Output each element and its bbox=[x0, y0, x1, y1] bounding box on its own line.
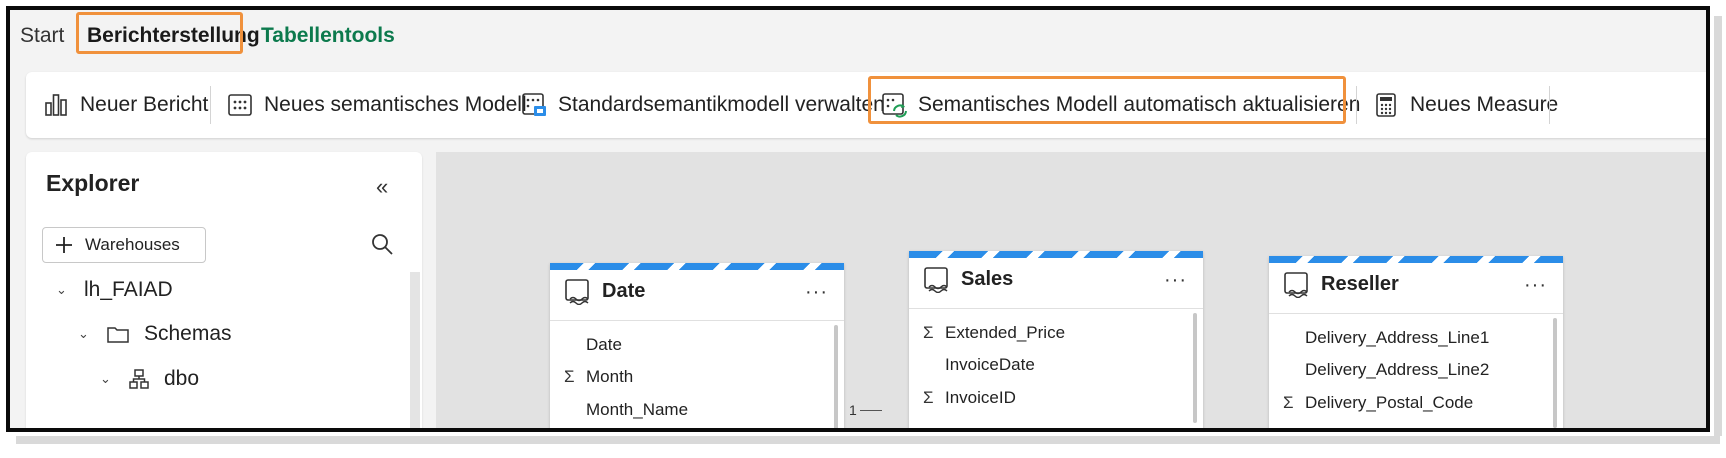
toolbar-divider bbox=[1356, 86, 1357, 124]
field-label: Month bbox=[586, 367, 634, 386]
search-icon[interactable] bbox=[370, 232, 394, 256]
new-semantic-model-label: Neues semantisches Modell bbox=[264, 93, 527, 116]
tree-item-dbo[interactable]: ⌄ dbo bbox=[100, 367, 199, 391]
more-options-icon[interactable]: ··· bbox=[1164, 269, 1187, 292]
field-row[interactable]: Σ Extended_Price bbox=[923, 323, 1065, 343]
field-label: InvoiceID bbox=[945, 388, 1016, 407]
ribbon-tabs: Start Berichterstellung Tabellentools bbox=[10, 10, 1706, 68]
collapse-panel-icon[interactable]: « bbox=[376, 174, 388, 200]
field-label: Month_Name bbox=[586, 400, 689, 419]
add-warehouses-label: Warehouses bbox=[85, 235, 180, 254]
field-label: Extended_Price bbox=[945, 323, 1066, 342]
manage-default-model-button[interactable]: Standardsemantikmodell verwalten bbox=[520, 72, 885, 138]
add-warehouses-button[interactable]: Warehouses bbox=[42, 227, 206, 263]
explorer-title: Explorer bbox=[46, 170, 140, 196]
field-row[interactable]: Σ InvoiceID bbox=[923, 388, 1016, 408]
tree-item-lh-faiad[interactable]: ⌄ lh_FAIAD bbox=[56, 278, 173, 302]
semantic-model-icon bbox=[228, 94, 252, 116]
tab-tabellentools[interactable]: Tabellentools bbox=[261, 24, 395, 48]
card-divider bbox=[550, 320, 844, 321]
chevron-down-icon: ⌄ bbox=[100, 371, 111, 386]
toolbar-divider bbox=[1549, 86, 1550, 124]
plus-icon bbox=[56, 237, 72, 253]
manage-default-model-label: Standardsemantikmodell verwalten bbox=[558, 93, 885, 116]
chevron-down-icon: ⌄ bbox=[56, 282, 67, 297]
card-stripe bbox=[550, 263, 844, 270]
field-row[interactable]: Month_Name bbox=[564, 400, 688, 420]
table-name: Sales bbox=[961, 267, 1014, 290]
more-options-icon[interactable]: ··· bbox=[805, 281, 828, 304]
card-divider bbox=[909, 308, 1203, 309]
card-stripe bbox=[909, 251, 1203, 258]
sigma-icon: Σ bbox=[923, 323, 934, 342]
card-header: Sales bbox=[923, 265, 1013, 293]
field-label: Date bbox=[586, 335, 622, 354]
field-label: InvoiceDate bbox=[945, 355, 1035, 374]
frame-shadow-bottom bbox=[16, 436, 1720, 444]
card-header: Reseller bbox=[1283, 270, 1399, 298]
tree-item-label: Schemas bbox=[144, 322, 232, 345]
tree-item-label: lh_FAIAD bbox=[84, 278, 173, 301]
ribbon-toolbar: Neuer Bericht Neues semantisches Modell … bbox=[26, 72, 1706, 138]
field-row[interactable]: Σ Delivery_Postal_Code bbox=[1283, 393, 1473, 413]
table-card-sales[interactable]: Sales ··· Σ Extended_Price InvoiceDate Σ… bbox=[909, 251, 1203, 428]
relationship-line[interactable] bbox=[860, 410, 882, 411]
table-icon bbox=[565, 279, 589, 305]
field-row[interactable]: Delivery_Address_Line1 bbox=[1283, 328, 1489, 348]
explorer-panel: Explorer « Warehouses ⌄ lh_FAIAD ⌄ Schem… bbox=[26, 152, 422, 428]
card-stripe bbox=[1269, 256, 1563, 263]
card-scrollbar[interactable] bbox=[1553, 318, 1557, 428]
new-measure-label: Neues Measure bbox=[1410, 93, 1559, 116]
field-label: Delivery_Postal_Code bbox=[1305, 393, 1474, 412]
table-icon bbox=[1284, 272, 1308, 298]
chevron-down-icon: ⌄ bbox=[78, 326, 89, 341]
tab-start[interactable]: Start bbox=[20, 24, 64, 48]
new-report-button[interactable]: Neuer Bericht bbox=[42, 72, 208, 138]
sigma-icon: Σ bbox=[564, 367, 575, 386]
field-row[interactable]: Σ Month bbox=[564, 367, 633, 387]
card-divider bbox=[1269, 313, 1563, 314]
card-header: Date bbox=[564, 277, 645, 305]
folder-icon bbox=[107, 327, 129, 343]
explorer-scrollbar[interactable] bbox=[410, 272, 420, 428]
table-name: Reseller bbox=[1321, 272, 1399, 295]
field-label: Delivery_Address_Line2 bbox=[1305, 360, 1490, 379]
manage-model-icon bbox=[522, 93, 546, 116]
highlight-tab-berichterstellung bbox=[76, 12, 243, 54]
screenshot-frame: Start Berichterstellung Tabellentools Ne… bbox=[6, 6, 1710, 432]
schema-icon bbox=[129, 369, 149, 389]
model-canvas[interactable]: Date ··· Date Σ Month Month_Name 1 Sales… bbox=[436, 152, 1706, 428]
frame-shadow-right bbox=[1714, 16, 1722, 436]
field-row[interactable]: InvoiceDate bbox=[923, 355, 1035, 375]
table-card-reseller[interactable]: Reseller ··· Delivery_Address_Line1 Deli… bbox=[1269, 256, 1563, 428]
field-label: Delivery_Address_Line1 bbox=[1305, 328, 1490, 347]
sigma-icon: Σ bbox=[923, 388, 934, 407]
more-options-icon[interactable]: ··· bbox=[1524, 274, 1547, 297]
new-semantic-model-button[interactable]: Neues semantisches Modell bbox=[226, 72, 527, 138]
table-name: Date bbox=[602, 279, 646, 302]
card-scrollbar[interactable] bbox=[1193, 313, 1197, 423]
field-row[interactable]: Delivery_Address_Line2 bbox=[1283, 360, 1489, 380]
table-icon bbox=[924, 267, 948, 293]
tree-item-schemas[interactable]: ⌄ Schemas bbox=[78, 322, 232, 346]
tree-item-label: dbo bbox=[164, 367, 200, 390]
card-scrollbar[interactable] bbox=[834, 325, 838, 428]
highlight-auto-update bbox=[868, 76, 1346, 124]
table-card-date[interactable]: Date ··· Date Σ Month Month_Name bbox=[550, 263, 844, 428]
calculator-icon bbox=[1376, 93, 1396, 117]
new-measure-button[interactable]: Neues Measure bbox=[1372, 72, 1558, 138]
sigma-icon: Σ bbox=[1283, 393, 1294, 412]
bar-chart-icon bbox=[45, 94, 67, 116]
relationship-cardinality-label: 1 bbox=[849, 402, 857, 418]
toolbar-divider bbox=[210, 86, 211, 124]
new-report-label: Neuer Bericht bbox=[80, 93, 209, 116]
field-row[interactable]: Date bbox=[564, 335, 622, 355]
